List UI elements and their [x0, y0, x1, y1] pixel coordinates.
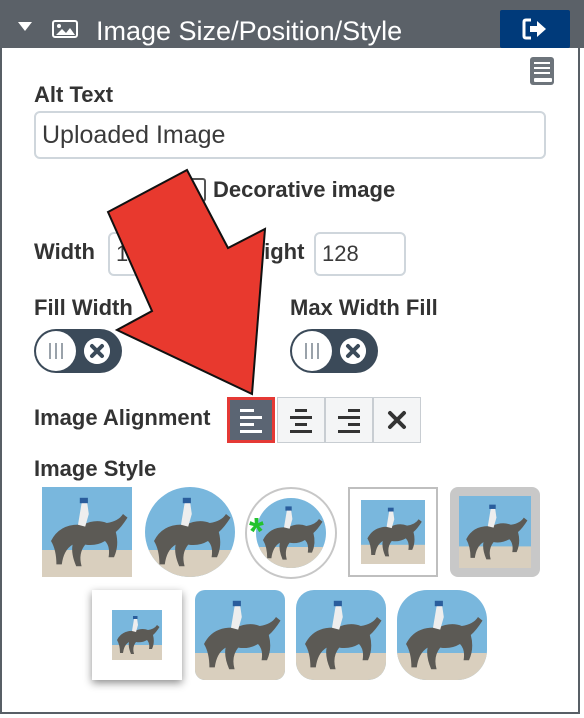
decorative-checkbox[interactable] — [186, 178, 206, 202]
sign-out-icon — [522, 18, 546, 40]
style-bordered[interactable] — [348, 487, 438, 577]
panel-header[interactable]: Image Size/Position/Style — [0, 0, 584, 48]
panel-title: Image Size/Position/Style — [96, 16, 403, 46]
align-center-icon — [290, 409, 312, 433]
image-style-label: Image Style — [34, 456, 157, 481]
alignment-button-group — [227, 397, 421, 443]
toggle-knob — [292, 331, 332, 371]
align-center-button[interactable] — [277, 397, 325, 443]
book-icon[interactable] — [528, 56, 556, 86]
toggle-knob — [36, 331, 76, 371]
style-shadow[interactable] — [92, 590, 182, 680]
width-input[interactable] — [108, 232, 196, 276]
height-input[interactable] — [314, 232, 406, 276]
max-width-fill-label: Max Width Fill — [290, 295, 438, 320]
style-rounded-small[interactable] — [195, 590, 285, 680]
decorative-label: Decorative image — [213, 177, 396, 202]
exit-button[interactable] — [500, 10, 570, 48]
align-left-icon — [240, 409, 262, 433]
x-icon — [84, 338, 110, 364]
align-none-button[interactable] — [373, 397, 421, 443]
image-icon — [52, 20, 78, 38]
height-label: Height — [236, 239, 305, 264]
x-icon — [340, 338, 366, 364]
max-width-fill-toggle[interactable] — [290, 329, 378, 373]
alt-text-label: Alt Text — [34, 82, 114, 107]
style-rounded-large[interactable] — [397, 590, 487, 680]
alt-text-input[interactable] — [34, 111, 546, 159]
caret-down-icon[interactable] — [18, 22, 32, 31]
style-circle[interactable] — [145, 487, 235, 577]
style-rounded-medium[interactable] — [296, 590, 386, 680]
style-circle-border[interactable]: * — [245, 487, 337, 579]
fill-width-toggle[interactable] — [34, 329, 122, 373]
image-alignment-label: Image Alignment — [34, 405, 211, 430]
style-gray-frame[interactable] — [450, 487, 540, 577]
selected-star-icon: * — [249, 511, 264, 553]
style-square[interactable] — [42, 487, 132, 577]
fill-width-label: Fill Width — [34, 295, 133, 320]
align-right-button[interactable] — [325, 397, 373, 443]
align-left-button[interactable] — [227, 397, 275, 443]
close-icon — [388, 411, 406, 429]
align-right-icon — [338, 409, 360, 433]
width-label: Width — [34, 239, 95, 264]
